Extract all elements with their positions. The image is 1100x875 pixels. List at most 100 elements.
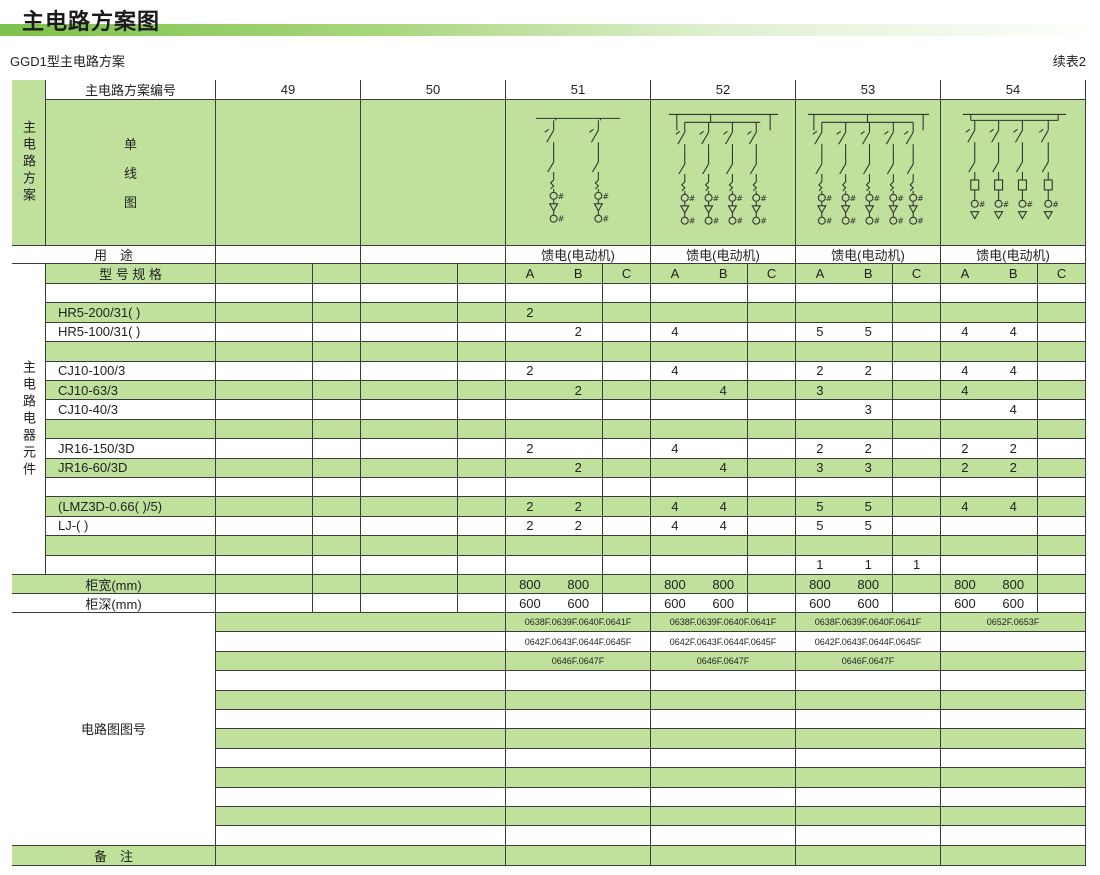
component-name	[46, 536, 216, 556]
component-qty	[216, 478, 265, 498]
circuit-number-cell	[651, 768, 796, 788]
circuit-number-cell	[796, 787, 941, 807]
svg-text:#: #	[713, 216, 720, 225]
component-qty	[796, 478, 845, 498]
component-qty	[264, 303, 314, 323]
component-qty	[602, 419, 652, 440]
component-qty	[1037, 555, 1087, 575]
circuit-number-cell	[506, 729, 651, 749]
component-qty	[312, 342, 362, 362]
component-qty	[216, 303, 265, 323]
component-qty	[264, 284, 314, 304]
circuit-number-cell	[216, 807, 506, 827]
component-qty	[554, 284, 604, 304]
component-qty	[216, 439, 265, 459]
component-qty: 2	[554, 458, 604, 478]
circuit-number-cell: 0646F.0647F	[506, 651, 651, 672]
component-qty	[409, 284, 459, 304]
component-qty	[699, 439, 749, 459]
circuit-number-cell	[796, 710, 941, 730]
component-qty	[457, 303, 507, 323]
svg-text:#: #	[760, 216, 767, 225]
component-qty: 4	[941, 497, 990, 517]
cabinet-depth-value: 600	[554, 594, 604, 613]
circuit-number-cell	[796, 768, 941, 788]
component-name	[46, 419, 216, 440]
component-qty	[1037, 419, 1087, 440]
component-qty	[457, 400, 507, 420]
component-qty: 5	[844, 322, 894, 343]
component-qty	[892, 400, 942, 420]
usage-51: 馈电(电动机)	[506, 246, 651, 264]
component-qty	[892, 284, 942, 304]
svg-text:#: #	[760, 193, 767, 202]
component-qty	[989, 478, 1039, 498]
component-qty	[941, 303, 990, 323]
component-qty	[844, 284, 894, 304]
single-line-diagram-svg: # # # #	[535, 117, 621, 223]
component-qty	[941, 419, 990, 440]
cabinet-depth-value	[457, 594, 507, 613]
component-qty	[699, 536, 749, 556]
single-line-diagram-54: # # # #	[941, 100, 1086, 246]
circuit-number-cell	[216, 671, 506, 691]
single-line-diagram-50	[361, 100, 506, 246]
component-qty	[264, 419, 314, 440]
component-qty	[264, 381, 314, 401]
remarks-cell	[796, 845, 941, 866]
component-qty	[361, 361, 410, 381]
component-qty	[699, 400, 749, 420]
usage-52: 馈电(电动机)	[651, 246, 796, 264]
cabinet-depth-value: 600	[506, 594, 555, 613]
component-qty	[1037, 400, 1087, 420]
component-qty: 2	[844, 439, 894, 459]
cabinet-width-value: 800	[796, 575, 845, 594]
component-qty	[602, 516, 652, 537]
component-qty: 1	[796, 555, 845, 575]
sub-column-header	[312, 264, 362, 284]
circuit-number-cell	[941, 729, 1086, 749]
svg-text:#: #	[736, 193, 743, 202]
scheme-number-52: 52	[651, 80, 796, 100]
single-line-label-char: 线	[123, 166, 137, 181]
sub-column-header	[361, 264, 410, 284]
component-qty	[361, 478, 410, 498]
component-qty	[409, 361, 459, 381]
circuit-number-cell	[941, 671, 1086, 691]
component-qty	[892, 439, 942, 459]
circuit-number-cell	[216, 710, 506, 730]
component-qty: 2	[554, 381, 604, 401]
component-qty: 2	[506, 361, 555, 381]
component-qty: 2	[941, 439, 990, 459]
component-qty: 2	[844, 361, 894, 381]
cabinet-width-value: 800	[844, 575, 894, 594]
component-qty	[264, 439, 314, 459]
usage-49	[216, 246, 361, 264]
component-qty	[554, 361, 604, 381]
component-qty: 4	[651, 497, 700, 517]
cabinet-depth-value	[602, 594, 652, 613]
cabinet-depth-value	[747, 594, 797, 613]
component-qty: 4	[941, 361, 990, 381]
sub-column-header: C	[892, 264, 942, 284]
component-qty	[361, 381, 410, 401]
circuit-number-cell	[506, 748, 651, 769]
sub-column-header: A	[651, 264, 700, 284]
cabinet-width-value	[361, 575, 410, 594]
circuit-number-cell	[216, 729, 506, 749]
component-qty: 4	[651, 516, 700, 537]
cabinet-width-label: 柜宽(mm)	[12, 575, 216, 594]
component-qty	[844, 381, 894, 401]
single-line-diagram-svg: # # # # # # # #	[668, 113, 779, 225]
component-name: CJ10-63/3	[46, 381, 216, 401]
circuit-number-cell	[216, 787, 506, 807]
circuit-number-cell: 0642F.0643F.0644F.0645F	[651, 632, 796, 652]
svg-text:#: #	[713, 193, 720, 202]
component-qty	[409, 458, 459, 478]
component-qty	[506, 536, 555, 556]
component-qty: 2	[989, 458, 1039, 478]
component-qty	[747, 361, 797, 381]
component-qty	[651, 342, 700, 362]
component-qty	[312, 381, 362, 401]
component-qty	[264, 342, 314, 362]
